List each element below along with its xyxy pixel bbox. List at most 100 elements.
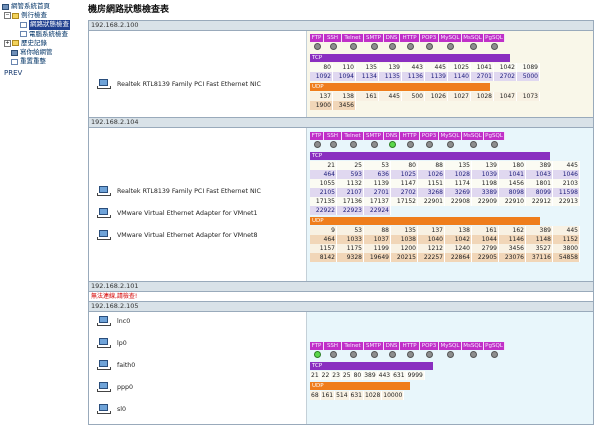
- collapse-icon[interactable]: −: [4, 12, 11, 20]
- udp-port-cell: 1146: [498, 235, 526, 244]
- status-cell: [342, 141, 364, 148]
- service-name-mssql: MsSQL: [462, 342, 484, 350]
- nic-label: Realtek RTL8139 Family PCI Fast Ethernet…: [117, 188, 261, 195]
- status-cell: [420, 351, 439, 358]
- tcp-port-table: 21 22 23 25 80 389 443 631 9999: [310, 371, 425, 380]
- service-name-http: HTTP: [400, 132, 420, 140]
- tcp-port-cell: 443: [377, 371, 393, 380]
- status-cell: [462, 43, 484, 50]
- udp-port-row: 137 138 161 445 500 1026 1027 1028 1047 1073: [310, 92, 540, 101]
- tree-folder-history[interactable]: + 歷史記錄: [2, 39, 84, 48]
- status-green-icon: [388, 141, 396, 148]
- udp-port-cell: 137: [310, 92, 333, 101]
- tree-item-reset[interactable]: 重置重整: [2, 57, 84, 66]
- network-adapter-icon: [97, 79, 111, 90]
- udp-port-cell: 1027: [447, 92, 471, 101]
- service-name-pgsql: PgSQL: [484, 342, 505, 350]
- tcp-port-cell: 2701: [470, 72, 494, 81]
- nic-label: sl0: [117, 406, 127, 413]
- tree-root[interactable]: 網管系統首頁: [2, 2, 84, 11]
- tree-item-computer-check-label: 電腦系統檢查: [29, 29, 68, 38]
- tree-item-computer-check[interactable]: 電腦系統檢查: [2, 30, 84, 39]
- status-gray-icon: [370, 141, 378, 148]
- tcp-port-cell: 88: [417, 161, 445, 170]
- status-cell: [420, 43, 439, 50]
- tcp-port-cell: 1147: [390, 179, 418, 188]
- status-cell: [484, 141, 505, 148]
- tcp-port-cell: 1139: [363, 179, 391, 188]
- tcp-port-cell: 22: [320, 371, 332, 380]
- service-status-row: [310, 43, 505, 50]
- status-cell: [364, 351, 384, 358]
- port-panel: FTP SSH Telnet SMTP DNS HTTP POP3 MySQL MsSQL PgS…: [307, 128, 593, 281]
- nic-label: VMware Virtual Ethernet Adapter for VMne…: [117, 232, 258, 239]
- service-name-smtp: SMTP: [364, 34, 384, 42]
- status-cell: [400, 141, 420, 148]
- udp-port-table: 137 138 161 445 500 1026 1027 1028 1047 1073 1900 3…: [310, 92, 540, 110]
- udp-port-cell: 22864: [444, 253, 472, 262]
- tree-item-port-check[interactable]: 網路狀態檢查: [2, 20, 84, 30]
- tcp-port-cell: 1026: [417, 170, 445, 179]
- prev-link[interactable]: PREV: [2, 69, 84, 77]
- udp-port-cell: 1212: [417, 244, 445, 253]
- status-gray-icon: [370, 43, 378, 50]
- network-adapter-icon: [97, 404, 111, 415]
- tcp-port-cell: 1456: [498, 179, 526, 188]
- tcp-port-cell: 1139: [424, 72, 448, 81]
- status-gray-icon: [447, 351, 454, 358]
- nic-label: faith0: [117, 362, 136, 369]
- status-cell: [364, 141, 384, 148]
- status-gray-icon: [469, 141, 477, 148]
- status-gray-icon: [370, 351, 378, 358]
- tcp-port-cell: 21: [310, 371, 321, 380]
- folder-open-icon: [12, 12, 19, 19]
- status-gray-icon: [388, 351, 396, 358]
- status-cell: [342, 43, 364, 50]
- tcp-port-cell: 1132: [336, 179, 364, 188]
- udp-port-cell: 22905: [471, 253, 499, 262]
- udp-port-cell: 464: [310, 235, 337, 244]
- tcp-port-cell: 135: [355, 63, 379, 72]
- network-adapter-icon: [97, 360, 111, 371]
- status-gray-icon: [469, 351, 477, 358]
- tcp-port-cell: 22910: [498, 197, 526, 206]
- service-name-ftp: FTP: [310, 342, 324, 350]
- tcp-port-cell: 2103: [552, 179, 580, 188]
- tcp-port-cell: 139: [378, 63, 402, 72]
- service-name-ssh: SSH: [324, 342, 342, 350]
- tree-folder-running[interactable]: − 例行檢查: [2, 11, 84, 20]
- status-gray-icon: [426, 351, 433, 358]
- page-icon: [11, 58, 18, 65]
- status-cell: [324, 351, 342, 358]
- status-gray-icon: [447, 141, 454, 148]
- expand-icon[interactable]: +: [4, 39, 11, 47]
- nic-item: lp0: [97, 338, 127, 349]
- tcp-port-cell: 9999: [406, 371, 425, 380]
- tcp-port-cell: 17135: [310, 197, 337, 206]
- status-cell: [484, 43, 505, 50]
- udp-port-cell: 1038: [390, 235, 418, 244]
- status-cell: [310, 43, 324, 50]
- udp-port-cell: 389: [525, 226, 553, 235]
- status-gray-icon: [491, 43, 498, 50]
- tcp-port-cell: 1046: [552, 170, 580, 179]
- network-adapter-icon: [97, 186, 111, 197]
- tcp-label-bar: TCP: [310, 152, 550, 160]
- udp-port-cell: 137: [417, 226, 445, 235]
- tree-item-write-log[interactable]: 寫你給網管: [2, 48, 84, 57]
- tcp-port-cell: 17152: [390, 197, 418, 206]
- tcp-port-cell: 2702: [390, 188, 418, 197]
- udp-port-cell: 1037: [363, 235, 391, 244]
- page-icon: [20, 31, 27, 38]
- udp-port-cell: 1199: [363, 244, 391, 253]
- status-gray-icon: [469, 43, 477, 50]
- network-adapter-icon: [97, 338, 111, 349]
- status-cell: [384, 141, 400, 148]
- host-body: lnc0 lp0 faith0 ppp0 sl0 FTP SSH Telnet SMT…: [88, 311, 594, 425]
- udp-port-cell: 162: [498, 226, 526, 235]
- tcp-label-bar: TCP: [310, 54, 510, 62]
- tcp-port-cell: 1042: [493, 63, 517, 72]
- nic-label: ppp0: [117, 384, 133, 391]
- udp-port-cell: 9: [310, 226, 337, 235]
- status-gray-icon: [406, 351, 414, 358]
